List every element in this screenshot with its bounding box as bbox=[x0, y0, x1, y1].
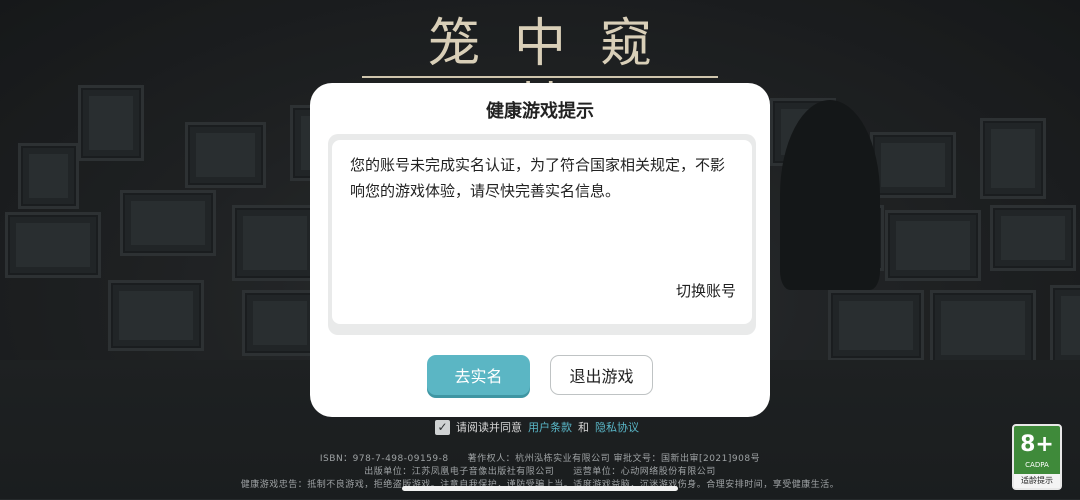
agree-checkbox[interactable]: ✓ bbox=[435, 419, 450, 435]
agreement-row: ✓ 请阅读并同意 用户条款 和 隐私协议 bbox=[435, 418, 639, 436]
age-rating-org: CADPA bbox=[1025, 461, 1049, 469]
health-notice-dialog: 健康游戏提示 您的账号未完成实名认证，为了符合国家相关规定，不影响您的游戏体验，… bbox=[310, 83, 770, 417]
age-rating-number: 8+ bbox=[1020, 432, 1054, 457]
switch-account-link[interactable]: 切换账号 bbox=[676, 280, 736, 301]
verify-identity-button[interactable]: 去实名 bbox=[427, 355, 530, 395]
agreement-prefix: 请阅读并同意 bbox=[456, 421, 522, 434]
footer-line-2: 出版单位：江苏凤凰电子音像出版社有限公司 运营单位：心动网络股份有限公司 bbox=[364, 467, 716, 477]
terms-link[interactable]: 用户条款 bbox=[528, 419, 572, 435]
privacy-link[interactable]: 隐私协议 bbox=[595, 419, 639, 435]
exit-game-button[interactable]: 退出游戏 bbox=[550, 355, 653, 395]
dialog-message: 您的账号未完成实名认证，为了符合国家相关规定，不影响您的游戏体验，请尽快完善实名… bbox=[350, 156, 726, 200]
agreement-and: 和 bbox=[578, 421, 589, 434]
footer-line-1: ISBN：978-7-498-09159-8 著作权人：杭州泓栋实业有限公司 审… bbox=[319, 454, 761, 464]
home-indicator[interactable] bbox=[402, 486, 678, 491]
checkmark-icon: ✓ bbox=[437, 420, 448, 434]
dialog-title: 健康游戏提示 bbox=[486, 101, 594, 122]
message-box: 您的账号未完成实名认证，为了符合国家相关规定，不影响您的游戏体验，请尽快完善实名… bbox=[332, 140, 752, 324]
age-rating-badge: 8+ CADPA 适龄提示 bbox=[1012, 424, 1062, 490]
age-rating-label: 适龄提示 bbox=[1014, 474, 1060, 488]
title-underline bbox=[362, 76, 718, 78]
